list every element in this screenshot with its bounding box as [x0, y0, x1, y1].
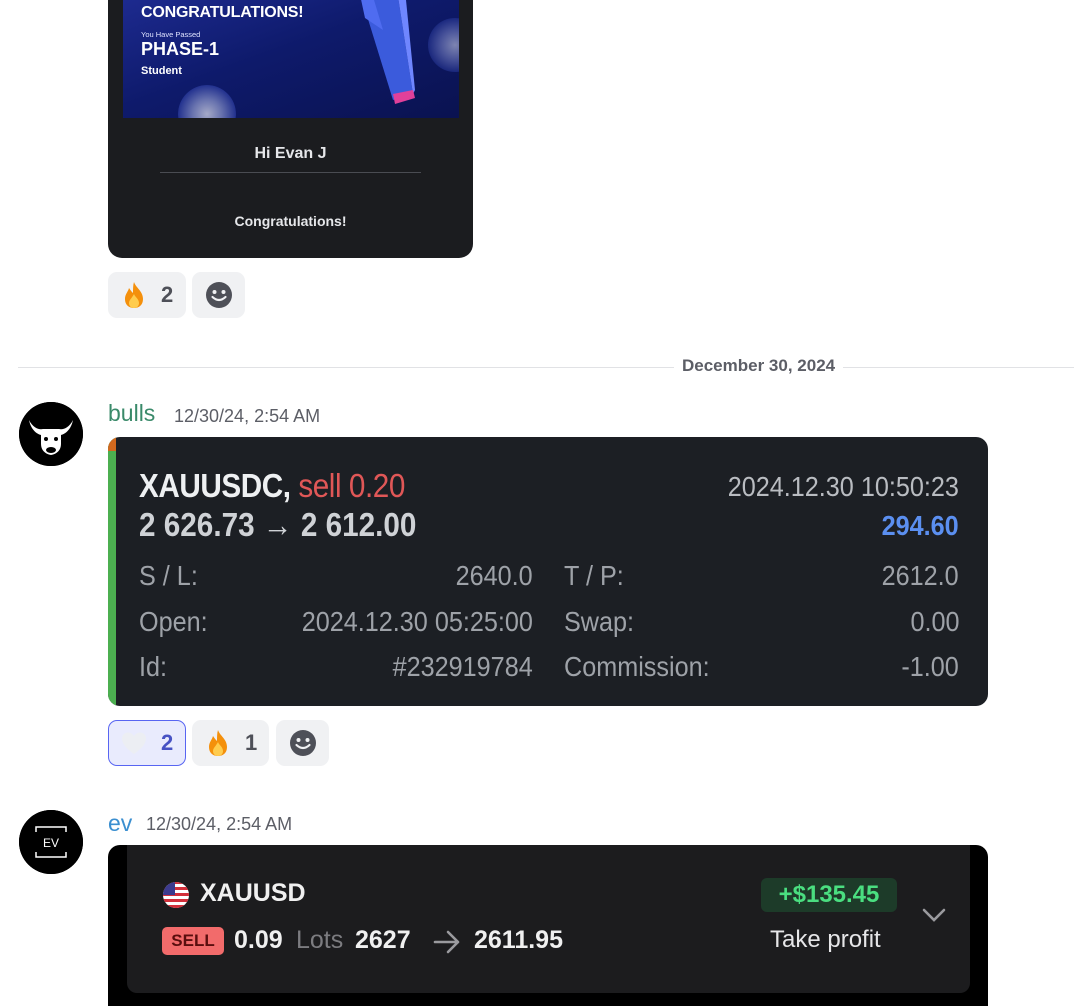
- congrats-embed-card[interactable]: CONGRATULATIONS! You Have Passed PHASE-1…: [108, 0, 473, 258]
- trade-side-badge: SELL: [162, 927, 224, 955]
- add-reaction-icon: [289, 730, 316, 756]
- ev-logo-icon: EV: [19, 810, 83, 874]
- trade-open-price: 2627: [355, 926, 411, 954]
- tp-label: T / P:: [564, 560, 624, 591]
- trade-arrow: →: [262, 506, 293, 543]
- reaction-fire[interactable]: 1: [192, 720, 269, 766]
- trade-screenshot-bulls[interactable]: XAUUSDC, sell 0.20 2 626.73 → 2 612.00 2…: [108, 437, 988, 706]
- trade-symbol-line: XAUUSDC, sell 0.20: [139, 467, 405, 505]
- trade-panel: XAUUSD +$135.45 SELL 0.09 Lots 2627 2611…: [127, 845, 970, 993]
- add-reaction-icon: [205, 282, 232, 308]
- banner-decoration: [178, 85, 236, 118]
- open-value: 2024.12.30 05:25:00: [301, 606, 533, 637]
- open-label: Open:: [139, 606, 208, 637]
- trade-symbol: XAUUSD: [200, 879, 306, 907]
- avatar-text: EV: [43, 836, 59, 850]
- banner-phase: PHASE-1: [141, 39, 220, 59]
- reaction-heart[interactable]: 2: [108, 720, 186, 766]
- trade-profit: 294.60: [881, 510, 959, 541]
- avatar-bulls[interactable]: [19, 402, 83, 466]
- trade-pnl-badge: +$135.45: [761, 878, 897, 912]
- us-flag-icon: [163, 882, 189, 908]
- reaction-count: 2: [161, 282, 174, 307]
- banner-decoration: [428, 18, 459, 72]
- trade-lots: 0.09: [234, 926, 283, 954]
- add-reaction-button[interactable]: [276, 720, 329, 766]
- banner-title: CONGRATULATIONS!: [141, 4, 304, 21]
- card-divider: [160, 172, 421, 173]
- swap-value: 0.00: [909, 606, 959, 637]
- trade-close-reason: Take profit: [770, 926, 881, 953]
- avatar-ev[interactable]: EV: [19, 810, 83, 874]
- trade-price-to: 2 612.00: [300, 506, 417, 543]
- trade-side: sell 0.20: [298, 467, 405, 504]
- congrats-banner-image: CONGRATULATIONS! You Have Passed PHASE-1…: [123, 0, 459, 118]
- id-value: #232919784: [392, 651, 533, 682]
- trade-screenshot-ev[interactable]: XAUUSD +$135.45 SELL 0.09 Lots 2627 2611…: [108, 845, 988, 1006]
- trade-lots-label: Lots: [296, 926, 344, 954]
- trade-close-price: 2611.95: [474, 926, 563, 954]
- trade-accent-cap: [108, 437, 116, 451]
- add-reaction-button[interactable]: [192, 272, 245, 318]
- message-timestamp: 12/30/24, 2:54 AM: [174, 406, 321, 426]
- trade-price-from: 2 626.73: [139, 506, 255, 543]
- swap-label: Swap:: [564, 606, 635, 637]
- trade-symbol: XAUUSDC,: [139, 467, 291, 504]
- sl-value: 2640.0: [455, 560, 533, 591]
- commission-value: -1.00: [901, 651, 959, 682]
- card-greeting: Hi Evan J: [254, 145, 327, 162]
- banner-role: Student: [141, 65, 182, 77]
- trade-datetime: 2024.12.30 10:50:23: [727, 471, 959, 502]
- commission-label: Commission:: [564, 651, 710, 682]
- fire-icon: [209, 730, 227, 756]
- id-label: Id:: [139, 651, 168, 682]
- date-divider-line: [18, 367, 1074, 368]
- message-timestamp: 12/30/24, 2:54 AM: [146, 814, 293, 834]
- sl-label: S / L:: [139, 560, 198, 591]
- reaction-count: 1: [245, 730, 258, 755]
- bull-logo-icon: [19, 402, 83, 466]
- trade-accent-bar: [108, 437, 116, 706]
- trade-price-line: 2 626.73 → 2 612.00: [139, 506, 416, 544]
- card-body-text: Congratulations!: [234, 213, 347, 229]
- number-one-graphic: [361, 0, 415, 104]
- username-bulls[interactable]: bulls: [108, 400, 155, 427]
- date-divider-label: December 30, 2024: [674, 356, 844, 376]
- fire-icon: [125, 282, 143, 308]
- reaction-fire[interactable]: 2: [108, 272, 186, 318]
- chevron-down-icon[interactable]: [921, 907, 947, 923]
- banner-subtitle: You Have Passed: [141, 30, 201, 39]
- arrow-right-icon: [433, 930, 460, 954]
- reaction-count: 2: [161, 730, 174, 755]
- tp-value: 2612.0: [881, 560, 959, 591]
- username-ev[interactable]: ev: [108, 810, 132, 837]
- heart-icon: [122, 732, 146, 754]
